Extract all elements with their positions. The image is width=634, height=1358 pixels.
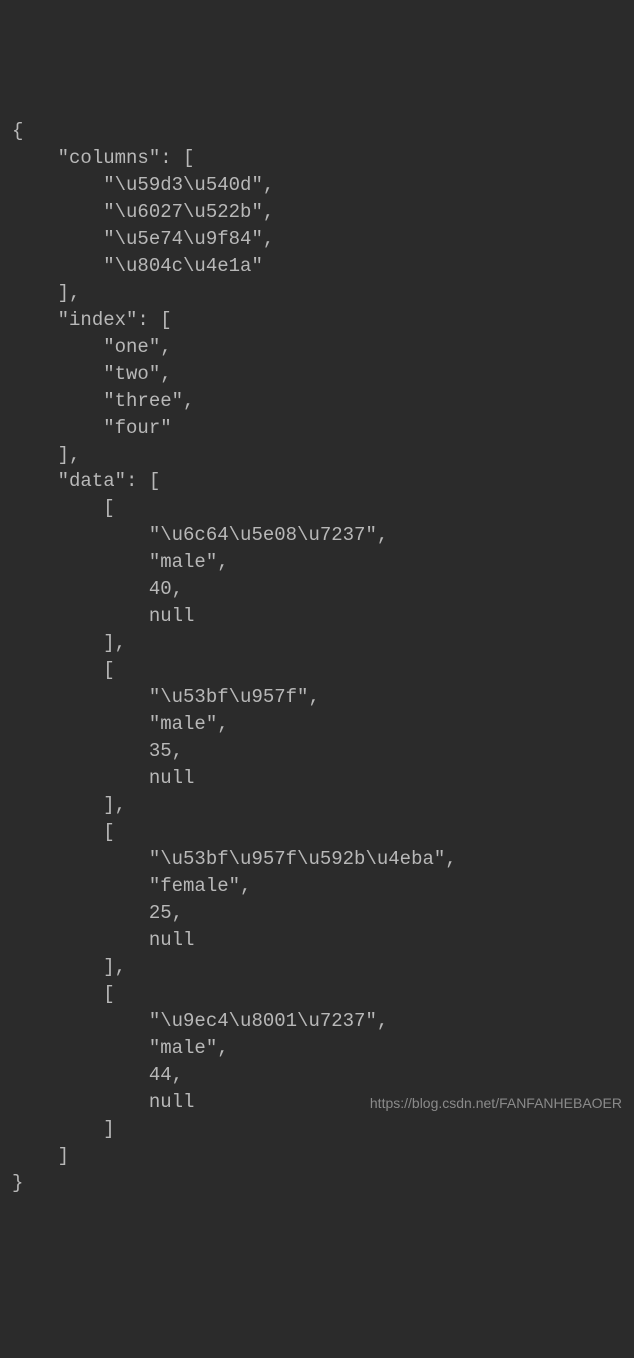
watermark-text: https://blog.csdn.net/FANFANHEBAOER [370, 1094, 622, 1114]
json-code-block: { "columns": [ "\u59d3\u540d", "\u6027\u… [12, 118, 622, 1197]
